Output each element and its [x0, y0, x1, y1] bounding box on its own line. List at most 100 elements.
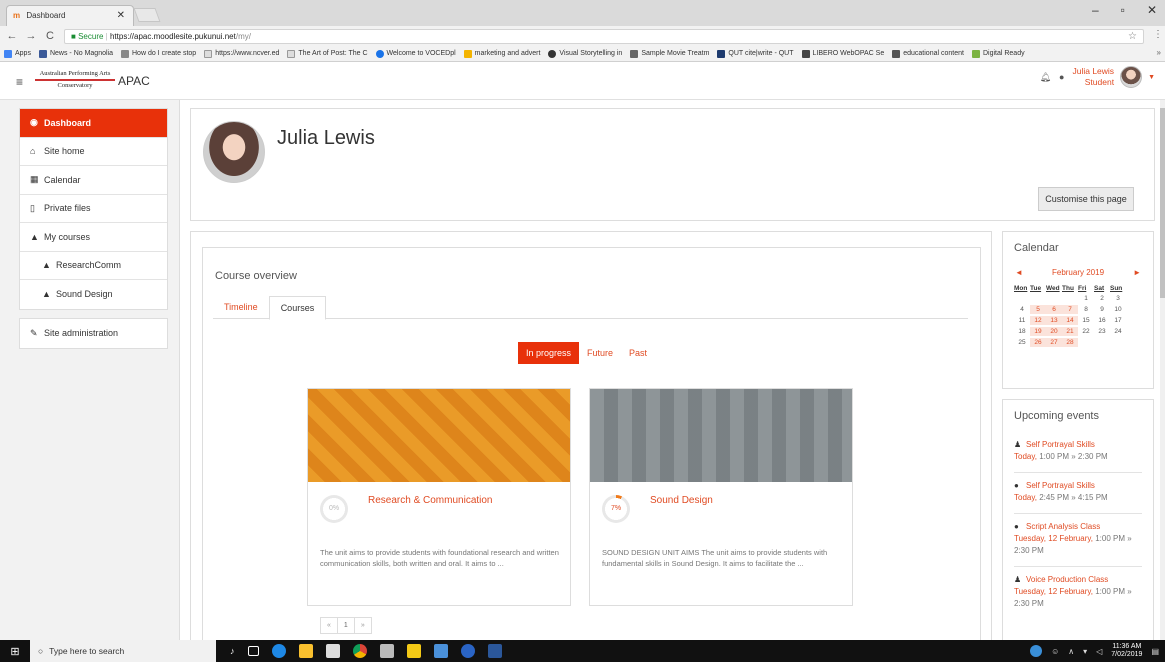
bookmark-item[interactable]: Visual Storytelling in: [548, 49, 622, 58]
windows-start-icon[interactable]: ⊞: [0, 640, 30, 662]
calendar-day[interactable]: 27: [1046, 338, 1062, 347]
event-date[interactable]: Tuesday, 12 February,: [1014, 587, 1093, 596]
calendar-day[interactable]: 28: [1062, 338, 1078, 347]
calendar-day[interactable]: 13: [1046, 316, 1062, 325]
bookmark-item[interactable]: News - No Magnolia: [38, 49, 113, 58]
course-card[interactable]: 0% Research & Communication The unit aim…: [307, 388, 571, 606]
task-view-icon[interactable]: [247, 646, 259, 656]
calendar-day[interactable]: 21: [1062, 327, 1078, 336]
site-name[interactable]: APAC: [118, 74, 150, 88]
drawer-item-calendar[interactable]: ▦ Calendar: [20, 166, 167, 195]
calendar-day[interactable]: 6: [1046, 305, 1062, 314]
calendar-day[interactable]: 16: [1094, 316, 1110, 325]
calendar-day[interactable]: 3: [1110, 294, 1126, 303]
calendar-day[interactable]: 2: [1094, 294, 1110, 303]
calendar-day[interactable]: 20: [1046, 327, 1062, 336]
bookmark-item[interactable]: The Art of Post: The C: [287, 49, 368, 58]
calendar-day[interactable]: 7: [1062, 305, 1078, 314]
calendar-day[interactable]: 12: [1030, 316, 1046, 325]
calendar-day[interactable]: 24: [1110, 327, 1126, 336]
event-date[interactable]: Today,: [1014, 452, 1037, 461]
chevron-down-icon[interactable]: ▼: [1148, 74, 1155, 81]
close-window-icon[interactable]: ✕: [1147, 3, 1157, 17]
filter-future[interactable]: Future: [579, 342, 621, 364]
menu-toggle-icon[interactable]: ≡: [16, 75, 23, 89]
photos-icon[interactable]: [433, 644, 448, 658]
bookmark-item[interactable]: https://www.ncver.ed: [204, 49, 279, 58]
cortana-icon[interactable]: [1030, 645, 1043, 657]
calendar-day[interactable]: 1: [1078, 294, 1094, 303]
drawer-item-site-administration[interactable]: ✎ Site administration: [20, 319, 167, 348]
clock[interactable]: 11:36 AM 7/02/2019: [1111, 643, 1142, 659]
bookmark-item[interactable]: educational content: [892, 49, 964, 58]
user-menu[interactable]: 🔔︎ ● Julia Lewis Student ▼: [1040, 66, 1155, 88]
calendar-day[interactable]: 10: [1110, 305, 1126, 314]
calendar-day[interactable]: 14: [1062, 316, 1078, 325]
calendar-day[interactable]: 17: [1110, 316, 1126, 325]
calendar-day[interactable]: 23: [1094, 327, 1110, 336]
drawer-item-private-files[interactable]: ▯ Private files: [20, 195, 167, 223]
calendar-day[interactable]: 18: [1014, 327, 1030, 336]
drawer-item-my-courses[interactable]: ▲ My courses: [20, 223, 167, 252]
page-scrollbar[interactable]: [1160, 100, 1165, 640]
calendar-month[interactable]: February 2019: [1052, 268, 1104, 277]
messages-icon[interactable]: ●: [1059, 72, 1064, 82]
address-bar[interactable]: ■ Secure | https://apac.moodlesite.pukun…: [64, 29, 1144, 44]
bookmark-item[interactable]: marketing and advert: [463, 49, 540, 58]
maximize-icon[interactable]: ▫: [1121, 3, 1125, 17]
reload-icon[interactable]: C: [43, 30, 57, 42]
bookmark-item[interactable]: Welcome to VOCEDpl: [375, 49, 456, 58]
bookmark-star-icon[interactable]: ☆: [1128, 31, 1137, 42]
chrome-icon[interactable]: [352, 644, 367, 658]
taskbar-search-input[interactable]: ○ Type here to search: [30, 640, 216, 662]
calendar-day[interactable]: 26: [1030, 338, 1046, 347]
file-explorer-icon[interactable]: [298, 644, 313, 658]
calendar-day[interactable]: 4: [1014, 305, 1030, 314]
bookmark-item[interactable]: Digital Ready: [971, 49, 1025, 58]
event-date[interactable]: Today,: [1014, 493, 1037, 502]
bookmark-item[interactable]: How do I create stop: [121, 49, 196, 58]
minimize-icon[interactable]: –: [1092, 3, 1099, 17]
user-info[interactable]: Julia Lewis Student: [1072, 66, 1114, 88]
microphone-icon[interactable]: ♪: [230, 646, 235, 656]
people-tray-icon[interactable]: ☺: [1051, 647, 1059, 656]
course-title[interactable]: Sound Design: [650, 495, 713, 506]
network-icon[interactable]: ▾: [1083, 647, 1087, 656]
drawer-item-sound-design[interactable]: ▲ Sound Design: [20, 280, 167, 309]
calendar-day[interactable]: 5: [1030, 305, 1046, 314]
store-icon[interactable]: [325, 644, 340, 658]
prev-month-icon[interactable]: ◄: [1015, 268, 1023, 277]
calendar-day[interactable]: 25: [1014, 338, 1030, 347]
forward-icon[interactable]: →: [24, 30, 38, 42]
calendar-day[interactable]: 11: [1014, 316, 1030, 325]
notifications-bell-icon[interactable]: 🔔︎: [1040, 72, 1051, 83]
calendar-day[interactable]: 15: [1078, 316, 1094, 325]
back-icon[interactable]: ←: [5, 30, 19, 42]
tab-timeline[interactable]: Timeline: [213, 296, 269, 318]
media-player-icon[interactable]: [460, 644, 475, 658]
close-tab-icon[interactable]: ✕: [117, 10, 125, 21]
calendar-day[interactable]: 8: [1078, 305, 1094, 314]
bookmark-item[interactable]: QUT cite|write - QUT: [717, 49, 794, 58]
bookmarks-overflow-icon[interactable]: »: [1157, 48, 1161, 57]
bookmark-item[interactable]: Apps: [4, 49, 31, 58]
avatar[interactable]: [1120, 66, 1143, 88]
tab-courses[interactable]: Courses: [268, 296, 327, 320]
drawer-item-researchcomm[interactable]: ▲ ResearchComm: [20, 252, 167, 280]
notification-center-icon[interactable]: ▤: [1151, 647, 1159, 656]
customise-page-button[interactable]: Customise this page: [1038, 187, 1134, 211]
bookmark-item[interactable]: Sample Movie Treatm: [630, 49, 709, 58]
course-title[interactable]: Research & Communication: [368, 495, 493, 506]
edge-browser-icon[interactable]: [271, 644, 286, 658]
event-name[interactable]: Self Portrayal Skills: [1026, 481, 1095, 490]
pagination-page[interactable]: 1: [336, 617, 355, 634]
bookmark-item[interactable]: LIBERO WebOPAC Se: [801, 49, 884, 58]
browser-menu-icon[interactable]: ⋮: [1153, 29, 1163, 40]
next-month-icon[interactable]: ►: [1133, 268, 1141, 277]
site-logo[interactable]: Australian Performing Arts Conservatory: [35, 70, 115, 92]
filter-in-progress[interactable]: In progress: [518, 342, 580, 364]
pagination-next[interactable]: »: [353, 617, 372, 634]
drawer-item-site-home[interactable]: ⌂ Site home: [20, 138, 167, 166]
volume-icon[interactable]: ◁: [1096, 647, 1102, 656]
people-icon[interactable]: [379, 644, 394, 658]
